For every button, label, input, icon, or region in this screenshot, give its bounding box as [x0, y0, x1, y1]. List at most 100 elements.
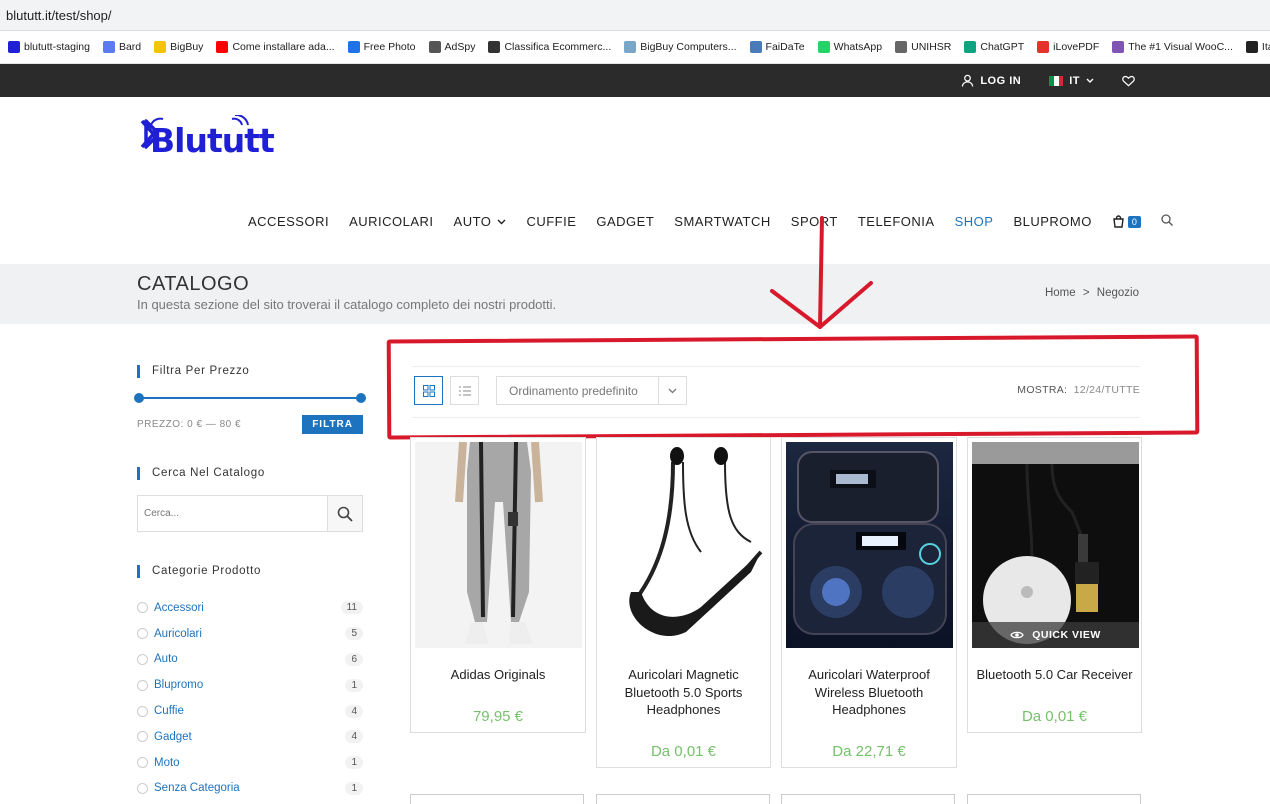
tools-icon [749, 41, 762, 53]
product-card-partial[interactable] [967, 794, 1141, 804]
radio-circle-icon[interactable] [137, 602, 148, 614]
bookmark-item[interactable]: The #1 Visual WooC... [1112, 41, 1233, 53]
category-name[interactable]: Auto [154, 653, 178, 665]
radio-circle-icon[interactable] [137, 705, 148, 717]
product-card[interactable]: QUICK VIEW Bluetooth 5.0 Car Receiver Da… [967, 437, 1142, 733]
nav-item-smartwatch[interactable]: SMARTWATCH [674, 214, 770, 229]
bookmark-label: FaiDaTe [765, 41, 805, 53]
product-card-partial[interactable] [596, 794, 770, 804]
radio-circle-icon[interactable] [137, 628, 148, 640]
product-name[interactable]: Auricolari Waterproof Wireless Bluetooth… [788, 666, 950, 719]
search-button[interactable] [327, 496, 362, 531]
category-item[interactable]: Gadget 4 [137, 724, 363, 750]
adspy-icon [428, 41, 441, 53]
bookmark-item[interactable]: Come installare ada... [216, 41, 335, 53]
bookmark-item[interactable]: BigBuy [154, 41, 203, 53]
bookmark-item[interactable]: Classifica Ecommerc... [488, 41, 611, 53]
wishlist-link[interactable] [1122, 75, 1135, 87]
category-item[interactable]: Moto 1 [137, 750, 363, 776]
product-image[interactable] [601, 442, 768, 648]
page-title: CATALOGO [137, 273, 250, 295]
nav-item-gadget[interactable]: GADGET [596, 214, 654, 229]
nav-item-blupromo[interactable]: BLUPROMO [1013, 214, 1091, 229]
bookmark-label: UNIHSR [911, 41, 952, 53]
bookmark-item[interactable]: UNIHSR [895, 41, 951, 53]
bookmark-item[interactable]: BigBuy Computers... [624, 41, 737, 53]
category-count: 4 [345, 730, 363, 744]
language-switcher[interactable]: IT [1049, 75, 1094, 87]
price-slider-max-handle[interactable] [356, 393, 366, 403]
address-bar[interactable]: blututt.it/test/shop/ [0, 0, 1270, 31]
bookmark-item[interactable]: WhatsApp [817, 41, 882, 53]
youtube-icon [216, 41, 229, 53]
nav-item-auricolari[interactable]: AURICOLARI [349, 214, 433, 229]
bookmark-item[interactable]: AdSpy [428, 41, 475, 53]
header-search-button[interactable] [1161, 214, 1174, 229]
product-image[interactable] [415, 442, 582, 648]
category-item[interactable]: Cuffie 4 [137, 698, 363, 724]
product-image[interactable]: QUICK VIEW [972, 442, 1139, 648]
product-card-partial[interactable] [410, 794, 584, 804]
annotation-arrow-icon [770, 216, 873, 329]
product-card[interactable]: Auricolari Waterproof Wireless Bluetooth… [781, 437, 957, 768]
logo-text[interactable]: Blututt [150, 121, 275, 160]
category-name[interactable]: Cuffie [154, 705, 184, 717]
product-name[interactable]: Adidas Originals [417, 666, 579, 684]
nav-item-accessori[interactable]: ACCESSORI [248, 214, 329, 229]
bookmark-item[interactable]: FaiDaTe [749, 41, 805, 53]
bookmark-item[interactable]: iLovePDF [1037, 41, 1099, 53]
category-name[interactable]: Senza Categoria [154, 782, 240, 794]
product-card-partial[interactable] [781, 794, 955, 804]
cart-count-badge: 0 [1127, 215, 1142, 228]
category-name[interactable]: Auricolari [154, 628, 202, 640]
category-name[interactable]: Blupromo [154, 679, 203, 691]
nav-item-auto[interactable]: AUTO [454, 214, 492, 229]
bookmark-label: blututt-staging [24, 41, 90, 53]
radio-circle-icon[interactable] [137, 731, 148, 743]
category-item[interactable]: Accessori 11 [137, 595, 363, 621]
nav-item-cuffie[interactable]: CUFFIE [526, 214, 576, 229]
category-count: 1 [345, 756, 363, 770]
category-item[interactable]: Auricolari 5 [137, 621, 363, 647]
category-item[interactable]: Blupromo 1 [137, 672, 363, 698]
breadcrumb-home[interactable]: Home [1045, 287, 1076, 299]
radio-circle-icon[interactable] [137, 757, 148, 769]
search-icon [337, 506, 353, 522]
product-name[interactable]: Bluetooth 5.0 Car Receiver [974, 666, 1135, 684]
quick-view-button[interactable]: QUICK VIEW [972, 622, 1139, 648]
bookmark-item[interactable]: Bard [102, 41, 142, 53]
login-link[interactable]: LOG IN [961, 74, 1021, 87]
product-name[interactable]: Auricolari Magnetic Bluetooth 5.0 Sports… [603, 666, 764, 719]
catalog-search-input[interactable] [138, 496, 327, 531]
italy-flag-icon [1049, 75, 1064, 86]
category-count: 1 [345, 678, 363, 692]
product-card[interactable]: Auricolari Magnetic Bluetooth 5.0 Sports… [596, 437, 771, 768]
categories-title: Categorie Prodotto [137, 565, 363, 578]
nav-item-shop[interactable]: SHOP [955, 214, 994, 229]
bookmark-label: BigBuy Computers... [640, 41, 737, 53]
breadcrumb: Home > Negozio [1045, 287, 1139, 299]
bookmark-item[interactable]: blututt-staging [8, 41, 90, 53]
product-card[interactable]: Adidas Originals 79,95 € [410, 437, 586, 733]
cart-button[interactable]: 0 [1112, 215, 1142, 228]
category-name[interactable]: Gadget [154, 731, 192, 743]
filter-button[interactable]: FILTRA [302, 415, 363, 434]
price-slider[interactable] [134, 393, 366, 403]
category-name[interactable]: Moto [154, 757, 180, 769]
product-image[interactable] [786, 442, 953, 648]
sparkle-icon [102, 41, 115, 53]
url-text[interactable]: blututt.it/test/shop/ [6, 8, 112, 23]
radio-circle-icon[interactable] [137, 679, 148, 691]
radio-circle-icon[interactable] [137, 653, 148, 665]
price-slider-min-handle[interactable] [134, 393, 144, 403]
category-item[interactable]: Senza Categoria 1 [137, 776, 363, 802]
unihsr-icon [895, 41, 908, 53]
bookmark-item[interactable]: Italian [1245, 41, 1270, 53]
price-filter-widget: Filtra Per Prezzo PREZZO: 0 € — 80 € FIL… [134, 365, 366, 434]
category-name[interactable]: Accessori [154, 602, 204, 614]
radio-circle-icon[interactable] [137, 782, 148, 794]
bookmark-item[interactable]: Free Photo [347, 41, 416, 53]
bookmark-label: Bard [118, 41, 142, 53]
bookmark-item[interactable]: ChatGPT [964, 41, 1024, 53]
category-item[interactable]: Auto 6 [137, 647, 363, 673]
